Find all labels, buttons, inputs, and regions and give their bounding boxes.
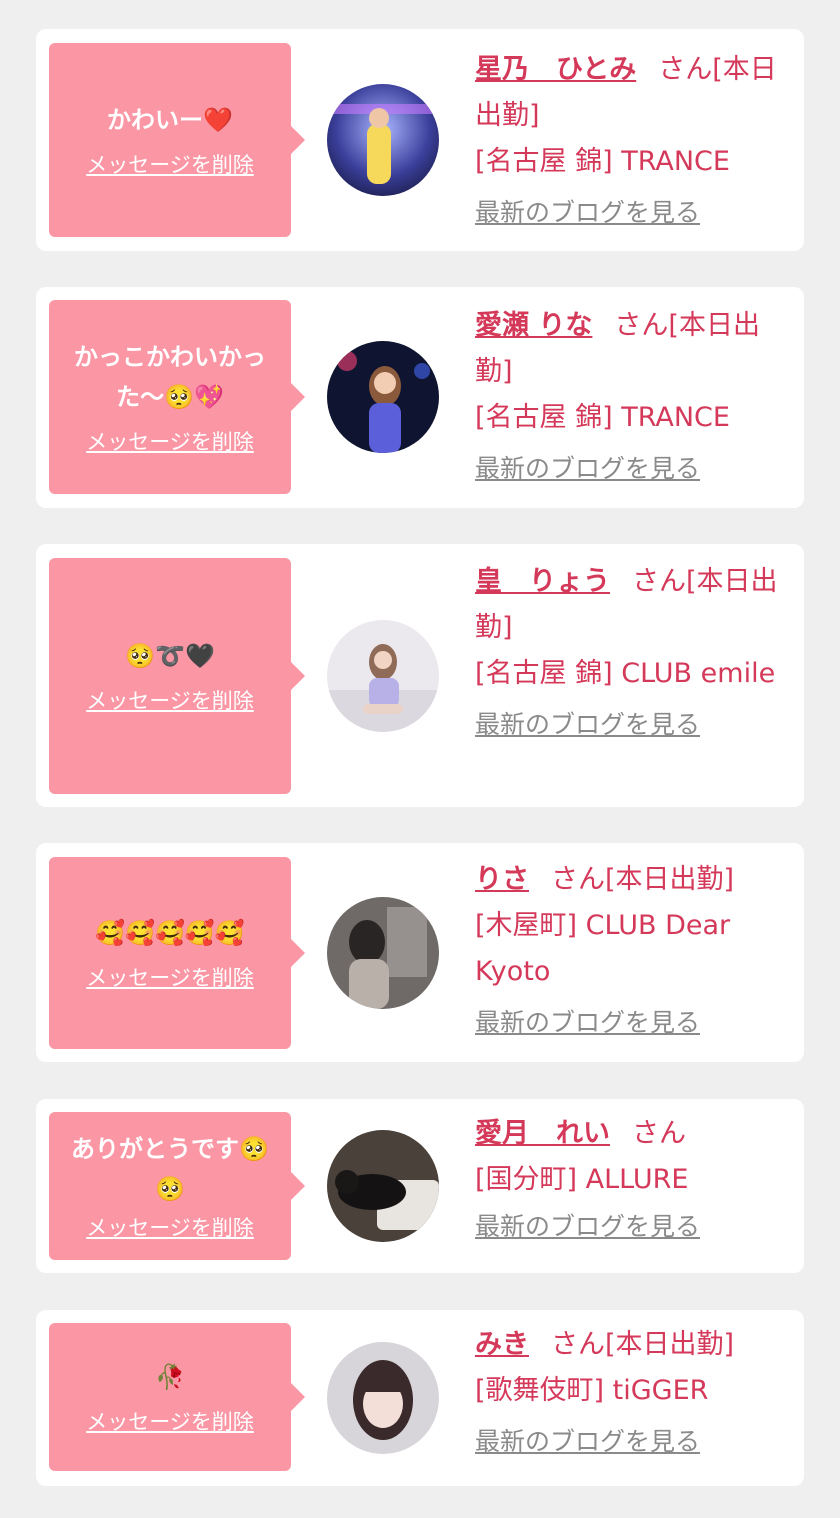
delete-message-link[interactable]: メッセージを削除 (86, 686, 254, 716)
shop-name: [名古屋 錦] TRANCE (475, 146, 730, 177)
cast-line: 愛月 れい さん (475, 1111, 784, 1157)
view-latest-blog-link[interactable]: 最新のブログを見る (475, 1424, 784, 1460)
avatar[interactable] (327, 897, 439, 1009)
message-text: かっこかわいかった〜🥺💖 (74, 343, 266, 411)
message-list: かわいー❤️ メッセージを削除 星乃 ひとみ さん[本日出勤] [名古屋 錦] … (0, 0, 840, 1518)
message-bubble: 🥀 メッセージを削除 (49, 1323, 305, 1471)
message-bubble: かっこかわいかった〜🥺💖 メッセージを削除 (49, 300, 305, 494)
cast-name-link[interactable]: みき (475, 1329, 529, 1360)
message-bubble: ありがとうです🥺🥺 メッセージを削除 (49, 1112, 305, 1260)
cast-line: 星乃 ひとみ さん[本日出勤] (475, 47, 784, 139)
delete-message-link[interactable]: メッセージを削除 (86, 1213, 254, 1243)
message-card: 🥺➰🖤 メッセージを削除 皇 りょう さん[本日出勤] [名古屋 錦] CLUB … (36, 544, 804, 807)
cast-line: みき さん[本日出勤] (475, 1322, 784, 1368)
cast-status: さん[本日出勤] (551, 1329, 735, 1360)
avatar-image (327, 1130, 439, 1242)
avatar[interactable] (327, 1342, 439, 1454)
delete-message-link[interactable]: メッセージを削除 (86, 1407, 254, 1437)
view-latest-blog-link[interactable]: 最新のブログを見る (475, 451, 784, 487)
shop-name: [国分町] ALLURE (475, 1164, 689, 1195)
cast-info: みき さん[本日出勤] [歌舞伎町] tiGGER 最新のブログを見る (475, 1322, 784, 1460)
avatar-image (327, 1342, 439, 1454)
shop-name: [木屋町] CLUB Dear Kyoto (475, 910, 731, 987)
avatar[interactable] (327, 341, 439, 453)
cast-info: りさ さん[本日出勤] [木屋町] CLUB Dear Kyoto 最新のブログを… (475, 857, 784, 1041)
message-text: 🥺➰🖤 (125, 642, 215, 670)
cast-name-link[interactable]: 愛瀬 りな (475, 310, 592, 341)
cast-name-link[interactable]: 愛月 れい (475, 1118, 610, 1149)
view-latest-blog-link[interactable]: 最新のブログを見る (475, 1209, 784, 1245)
cast-status: さん (632, 1118, 686, 1149)
cast-line: りさ さん[本日出勤] (475, 857, 784, 903)
avatar-image (327, 84, 439, 196)
shop-name: [歌舞伎町] tiGGER (475, 1375, 709, 1406)
cast-name-link[interactable]: りさ (475, 864, 529, 895)
message-text: 🥰🥰🥰🥰🥰 (95, 919, 245, 947)
cast-name-link[interactable]: 皇 りょう (475, 566, 610, 597)
message-card: ありがとうです🥺🥺 メッセージを削除 愛月 れい さん [国分町] ALLURE … (36, 1099, 804, 1273)
message-text: かわいー❤️ (107, 106, 233, 134)
cast-line: 皇 りょう さん[本日出勤] (475, 559, 784, 651)
avatar[interactable] (327, 620, 439, 732)
avatar[interactable] (327, 1130, 439, 1242)
message-card: かっこかわいかった〜🥺💖 メッセージを削除 愛瀬 りな さん[本日出勤] [名古屋… (36, 287, 804, 508)
avatar-image (327, 620, 439, 732)
cast-info: 皇 りょう さん[本日出勤] [名古屋 錦] CLUB emile 最新のブログを… (475, 559, 784, 743)
view-latest-blog-link[interactable]: 最新のブログを見る (475, 707, 784, 743)
message-bubble: 🥰🥰🥰🥰🥰 メッセージを削除 (49, 857, 305, 1049)
message-text: 🥀 (155, 1363, 185, 1391)
cast-name-link[interactable]: 星乃 ひとみ (475, 54, 636, 85)
cast-status: さん[本日出勤] (551, 864, 735, 895)
view-latest-blog-link[interactable]: 最新のブログを見る (475, 195, 784, 231)
cast-info: 愛瀬 りな さん[本日出勤] [名古屋 錦] TRANCE 最新のブログを見る (475, 303, 784, 487)
delete-message-link[interactable]: メッセージを削除 (86, 150, 254, 180)
cast-info: 愛月 れい さん [国分町] ALLURE 最新のブログを見る (475, 1111, 784, 1245)
avatar-image (327, 897, 439, 1009)
cast-line: 愛瀬 りな さん[本日出勤] (475, 303, 784, 395)
delete-message-link[interactable]: メッセージを削除 (86, 963, 254, 993)
shop-name: [名古屋 錦] TRANCE (475, 402, 730, 433)
view-latest-blog-link[interactable]: 最新のブログを見る (475, 1005, 784, 1041)
message-bubble: かわいー❤️ メッセージを削除 (49, 43, 305, 237)
shop-name: [名古屋 錦] CLUB emile (475, 658, 776, 689)
message-card: かわいー❤️ メッセージを削除 星乃 ひとみ さん[本日出勤] [名古屋 錦] … (36, 29, 804, 251)
message-card: 🥀 メッセージを削除 みき さん[本日出勤] [歌舞伎町] tiGGER 最新のブ… (36, 1310, 804, 1486)
message-text: ありがとうです🥺🥺 (71, 1135, 269, 1203)
cast-info: 星乃 ひとみ さん[本日出勤] [名古屋 錦] TRANCE 最新のブログを見る (475, 47, 784, 231)
message-bubble: 🥺➰🖤 メッセージを削除 (49, 558, 305, 794)
avatar-image (327, 341, 439, 453)
message-card: 🥰🥰🥰🥰🥰 メッセージを削除 りさ さん[本日出勤] [木屋町] CLUB Dea… (36, 843, 804, 1062)
delete-message-link[interactable]: メッセージを削除 (86, 427, 254, 457)
avatar[interactable] (327, 84, 439, 196)
